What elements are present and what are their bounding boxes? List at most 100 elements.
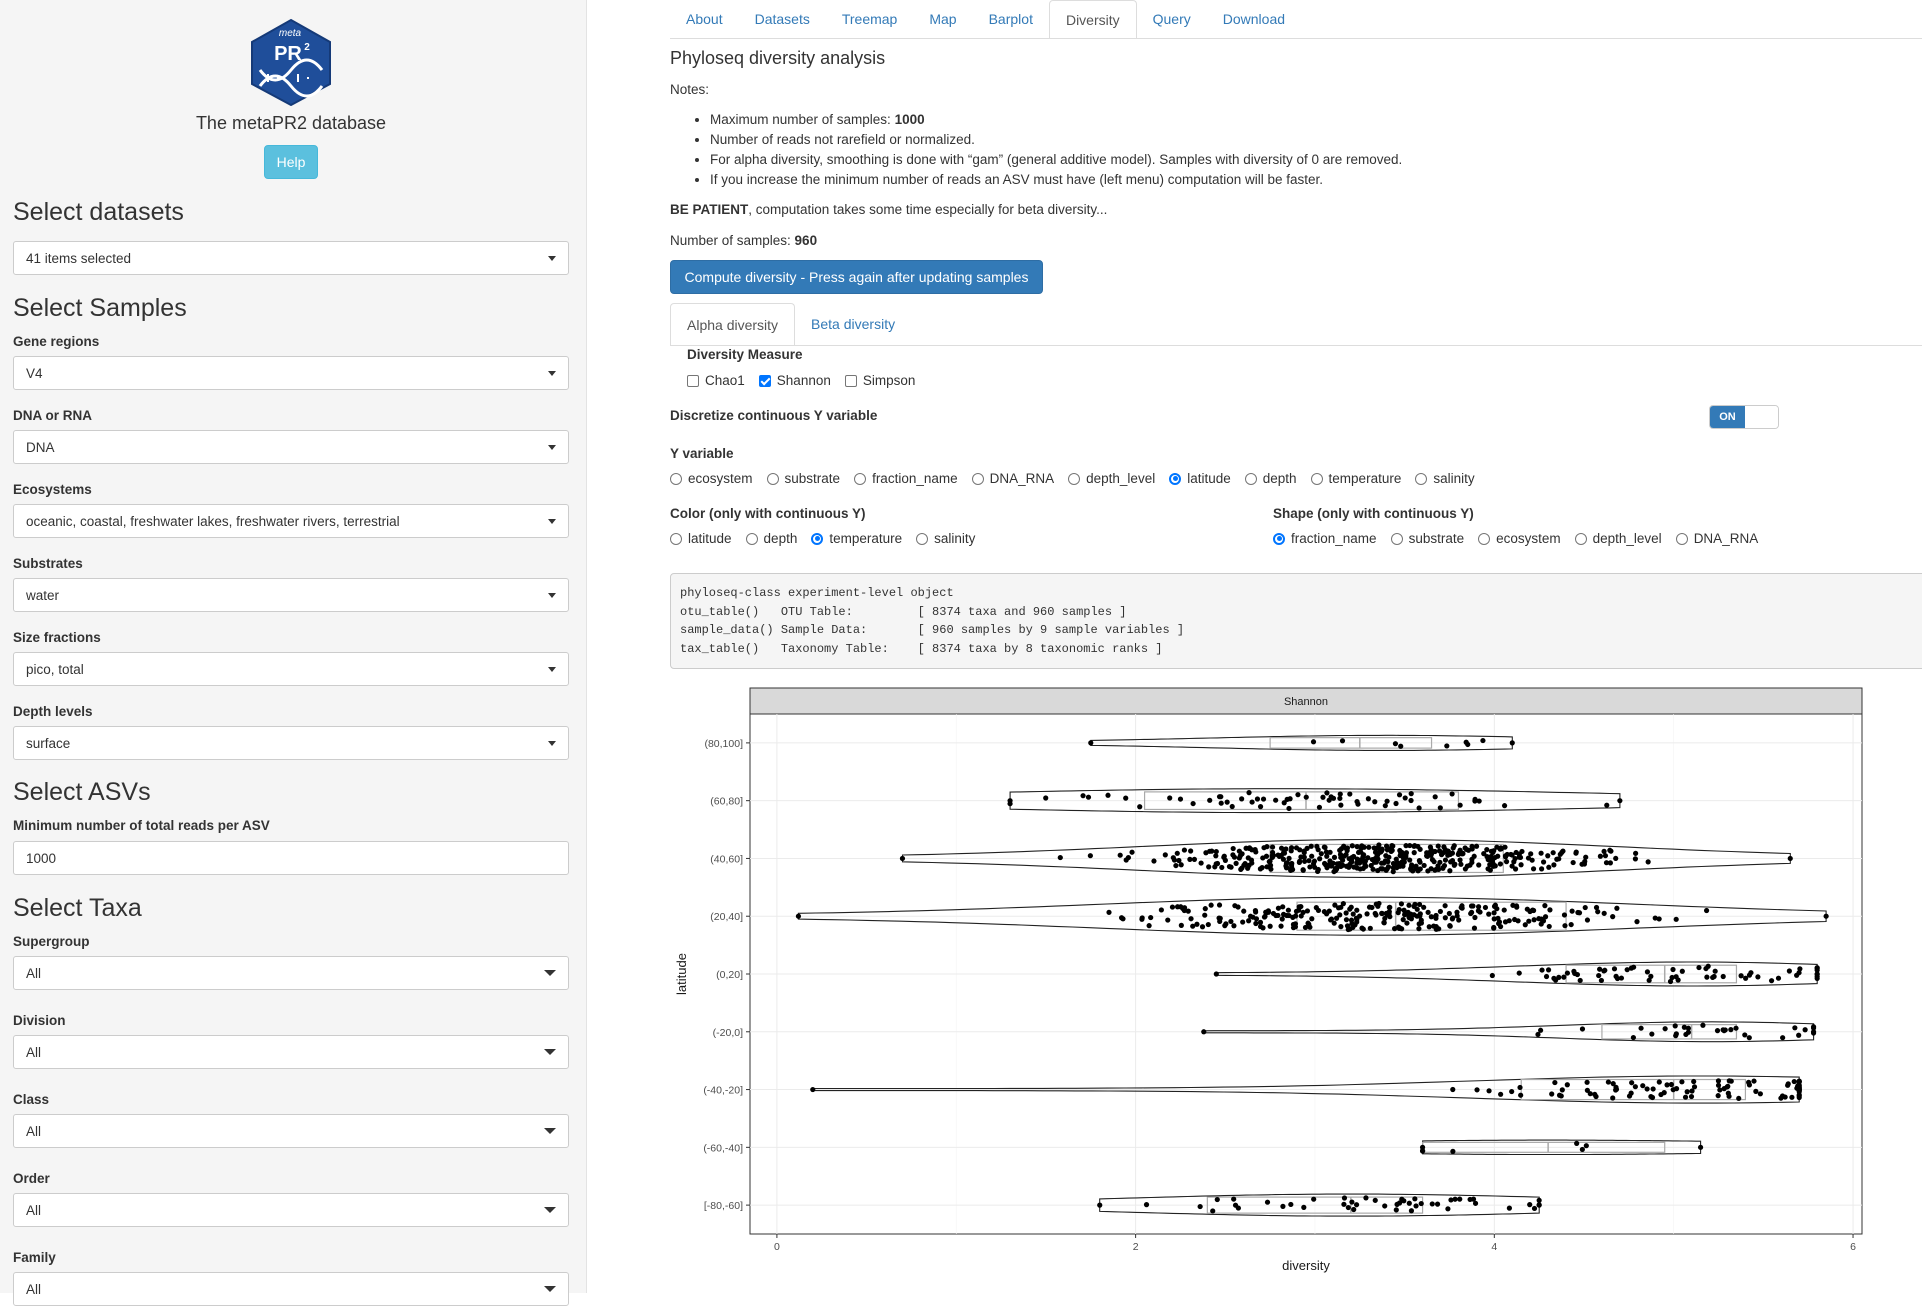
data-point	[1486, 1088, 1492, 1094]
compute-diversity-button[interactable]: Compute diversity - Press again after up…	[670, 260, 1043, 294]
yvar-dna-rna[interactable]: DNA_RNA	[971, 471, 1054, 486]
tab-diversity[interactable]: Diversity	[1048, 0, 1137, 39]
tab-beta-diversity[interactable]: Beta diversity	[795, 303, 911, 345]
data-point	[1292, 924, 1299, 930]
data-point	[1596, 972, 1602, 979]
simpson-checkbox[interactable]	[844, 374, 857, 387]
yvar-latitude[interactable]: latitude	[1169, 471, 1231, 486]
shape-ecosystem-radio[interactable]	[1478, 532, 1491, 545]
latitude-radio[interactable]	[1169, 472, 1182, 485]
color-salinity-radio[interactable]	[916, 532, 929, 545]
tab-barplot[interactable]: Barplot	[973, 0, 1049, 38]
measure-shannon[interactable]: Shannon	[758, 373, 831, 388]
data-point	[1353, 1202, 1360, 1208]
shape-dna-rna-radio[interactable]	[1675, 532, 1688, 545]
shape-depth-level-radio[interactable]	[1574, 532, 1587, 545]
fraction-name-radio[interactable]	[854, 472, 867, 485]
data-point	[1286, 805, 1292, 812]
chevron-down-icon	[548, 444, 556, 450]
family-select[interactable]: All	[13, 1272, 569, 1306]
shannon-checkbox[interactable]	[758, 374, 771, 387]
main-tabs: About Datasets Treemap Map Barplot Diver…	[670, 0, 1301, 39]
chao1-checkbox[interactable]	[687, 374, 699, 387]
substrates-select[interactable]: water	[13, 578, 569, 612]
color-temperature-radio[interactable]	[811, 532, 824, 545]
data-point	[1471, 925, 1478, 931]
data-point	[1559, 1087, 1565, 1093]
yvar-salinity[interactable]: salinity	[1415, 471, 1475, 486]
data-point	[1506, 1205, 1512, 1211]
data-point	[1424, 853, 1431, 859]
temperature-radio[interactable]	[1310, 472, 1323, 485]
depth-level-radio[interactable]	[1068, 472, 1081, 485]
chevron-down-icon	[548, 666, 556, 672]
data-point	[1513, 849, 1519, 856]
shape-substrate[interactable]: substrate	[1390, 531, 1464, 546]
ecosystems-select[interactable]: oceanic, coastal, freshwater lakes, fres…	[13, 504, 569, 538]
shape-depth-level[interactable]: depth_level	[1574, 531, 1662, 546]
color-depth[interactable]: depth	[745, 531, 797, 546]
data-point	[1550, 850, 1556, 856]
supergroup-select[interactable]: All	[13, 956, 569, 990]
shape-dna-rna[interactable]: DNA_RNA	[1675, 531, 1758, 546]
data-point	[1435, 843, 1441, 849]
min-reads-input[interactable]: 1000	[13, 841, 569, 875]
shape-fraction-name-radio[interactable]	[1273, 532, 1285, 545]
measure-simpson[interactable]: Simpson	[844, 373, 915, 388]
class-select[interactable]: All	[13, 1114, 569, 1148]
discretize-toggle[interactable]: ON	[1709, 405, 1779, 429]
color-latitude-radio[interactable]	[670, 532, 682, 545]
substrate-radio[interactable]	[766, 472, 779, 485]
data-point	[1347, 791, 1353, 797]
tab-datasets[interactable]: Datasets	[739, 0, 826, 38]
tab-map[interactable]: Map	[913, 0, 972, 38]
salinity-radio[interactable]	[1415, 472, 1428, 485]
division-select[interactable]: All	[13, 1035, 569, 1069]
yvar-substrate[interactable]: substrate	[766, 471, 840, 486]
dna-rna-select[interactable]: DNA	[13, 430, 569, 464]
y-tick-label: (40,60]	[710, 853, 743, 865]
tab-alpha-diversity[interactable]: Alpha diversity	[670, 303, 796, 346]
shape-ecosystem[interactable]: ecosystem	[1478, 531, 1561, 546]
tab-about[interactable]: About	[670, 0, 739, 38]
color-temperature[interactable]: temperature	[811, 531, 902, 546]
color-depth-radio[interactable]	[745, 532, 758, 545]
yvar-ecosystem[interactable]: ecosystem	[670, 471, 753, 486]
data-point	[1198, 860, 1204, 866]
color-salinity[interactable]: salinity	[916, 531, 975, 546]
shape-substrate-radio[interactable]	[1390, 532, 1403, 545]
yvar-depth[interactable]: depth	[1244, 471, 1297, 486]
data-point	[1742, 1032, 1748, 1038]
yvar-temperature[interactable]: temperature	[1310, 471, 1401, 486]
depth-levels-select[interactable]: surface	[13, 726, 569, 760]
depth-radio[interactable]	[1244, 472, 1257, 485]
measure-chao1[interactable]: Chao1	[687, 373, 745, 388]
chevron-down-icon	[544, 1049, 556, 1055]
shape-group: fraction_name substrate ecosystem depth_…	[1273, 531, 1772, 546]
data-point	[1317, 856, 1323, 862]
datasets-select[interactable]: 41 items selected	[13, 241, 569, 275]
ecosystem-radio[interactable]	[670, 472, 682, 485]
tab-query[interactable]: Query	[1137, 0, 1207, 38]
yvar-depth-level[interactable]: depth_level	[1068, 471, 1155, 486]
tab-treemap[interactable]: Treemap	[826, 0, 914, 38]
data-point	[1158, 907, 1164, 913]
size-fractions-select[interactable]: pico, total	[13, 652, 569, 686]
data-point	[1646, 977, 1652, 983]
data-point	[1236, 855, 1242, 861]
data-point	[1632, 856, 1639, 862]
tab-download[interactable]: Download	[1207, 0, 1301, 38]
color-latitude[interactable]: latitude	[670, 531, 732, 546]
shape-fraction-name[interactable]: fraction_name	[1273, 531, 1377, 546]
gene-regions-select[interactable]: V4	[13, 356, 569, 390]
data-point	[1118, 915, 1125, 921]
data-point	[1717, 1087, 1723, 1093]
data-point	[1814, 971, 1820, 977]
order-select[interactable]: All	[13, 1193, 569, 1227]
data-point	[1492, 902, 1498, 908]
help-button[interactable]: Help	[264, 145, 318, 179]
color-group: latitude depth temperature salinity	[670, 531, 989, 546]
dna-rna-radio[interactable]	[971, 472, 984, 485]
yvar-fraction-name[interactable]: fraction_name	[854, 471, 958, 486]
phyloseq-summary: phyloseq-class experiment-level object ot…	[670, 573, 1922, 669]
